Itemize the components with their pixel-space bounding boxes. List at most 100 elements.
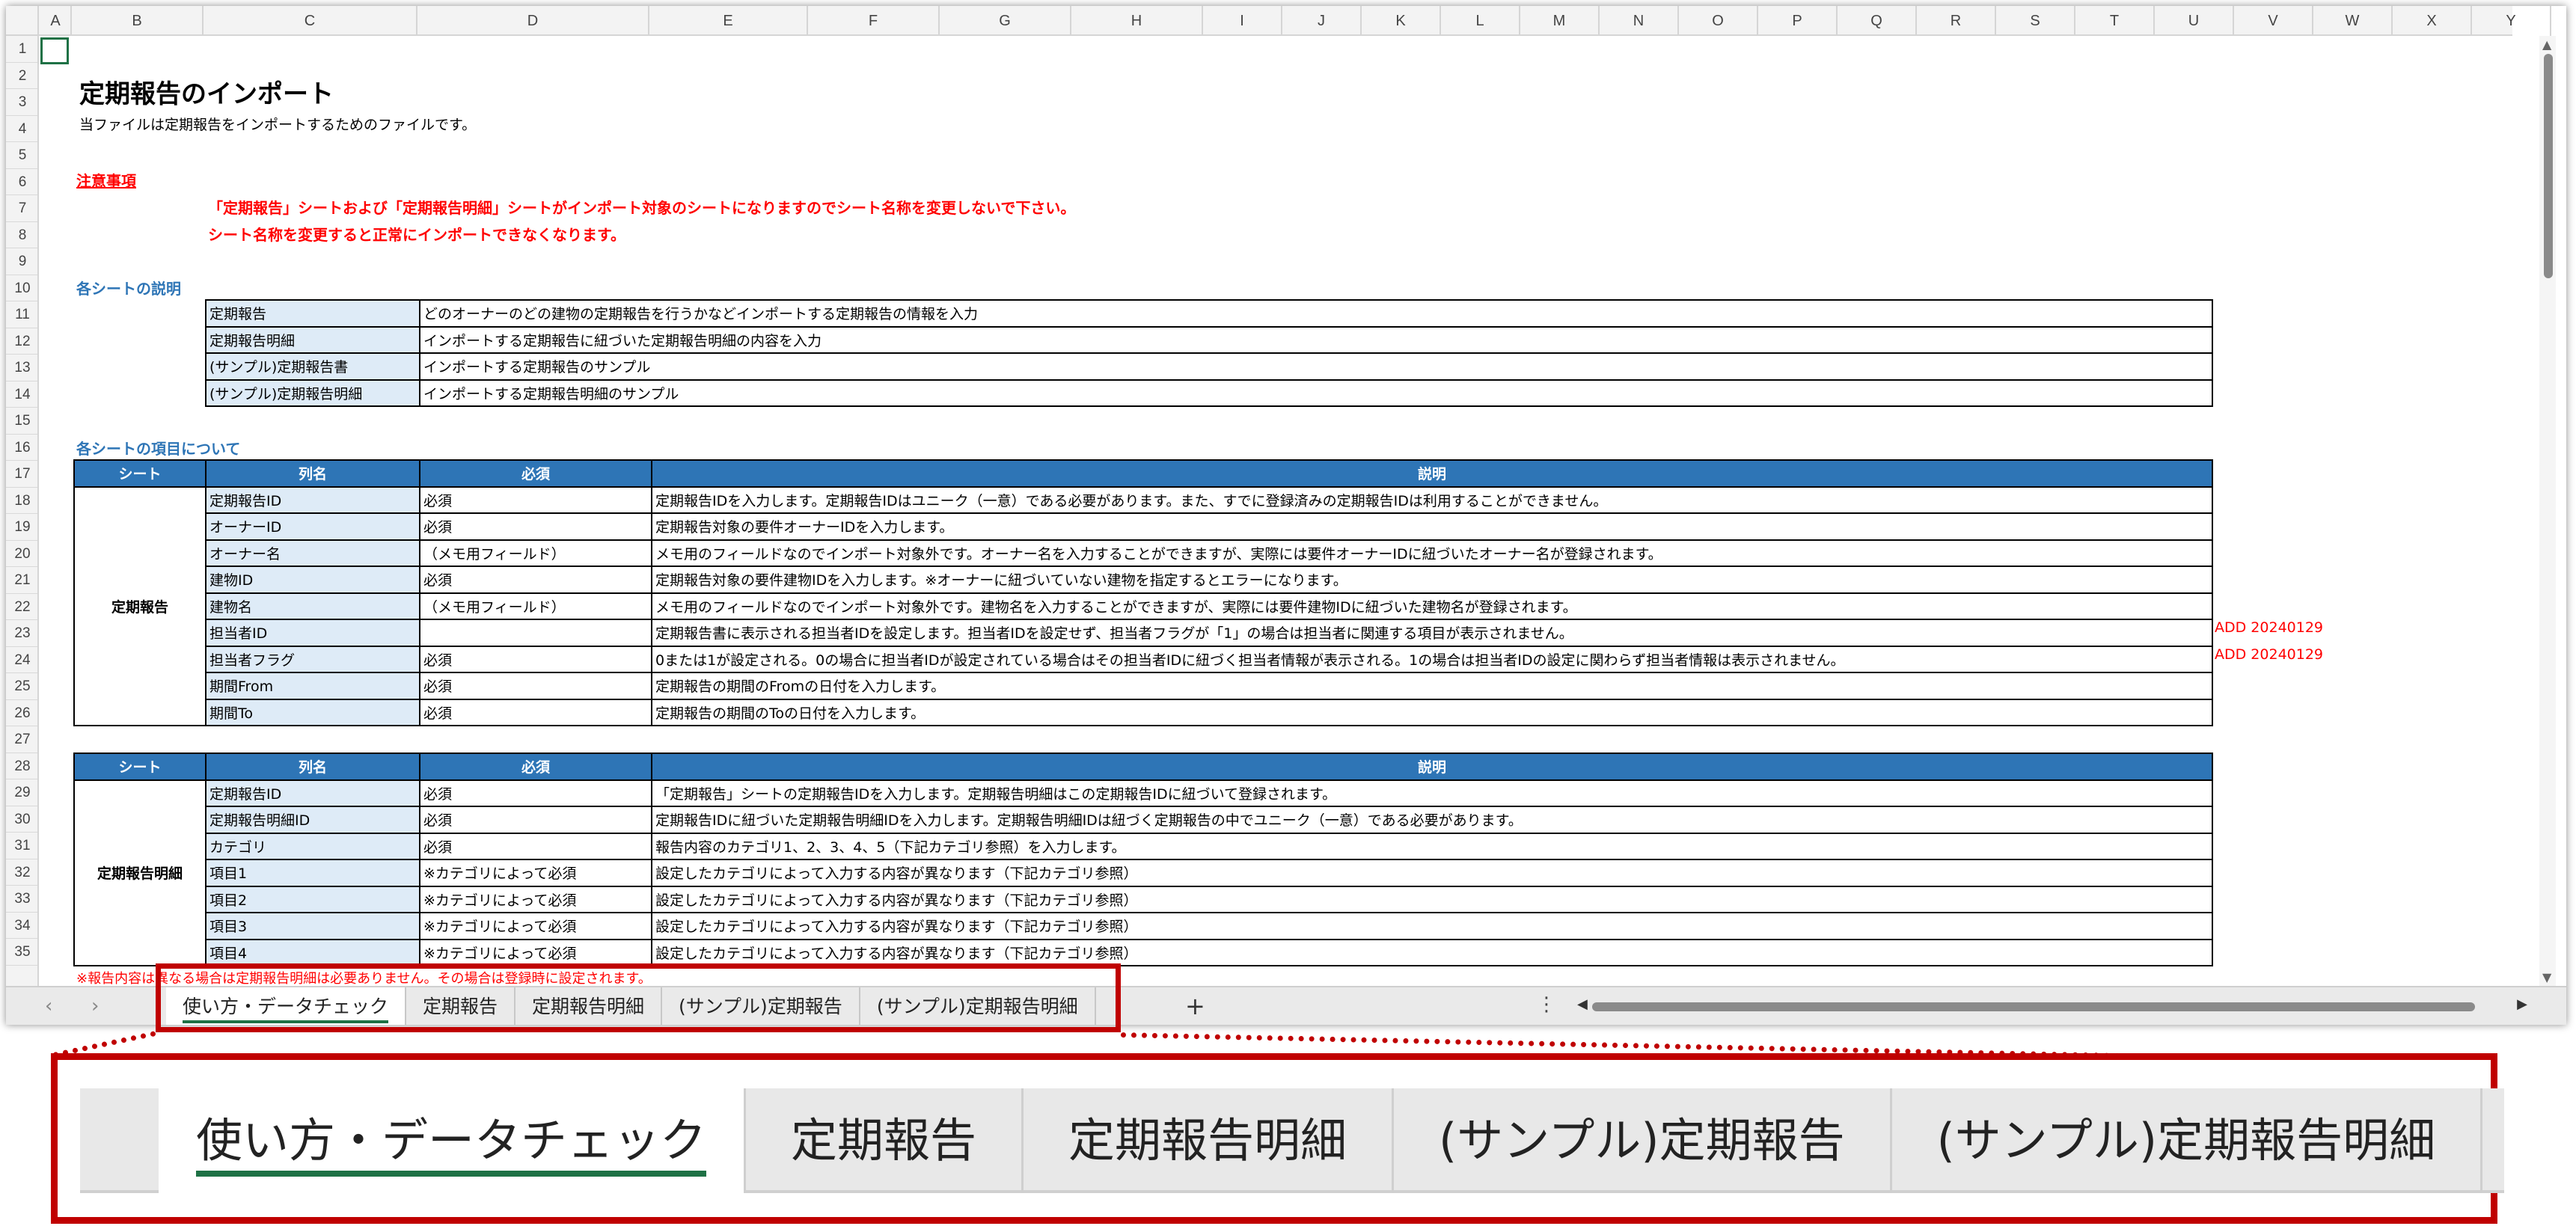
row-header[interactable]: 1 bbox=[6, 36, 37, 63]
required-cell[interactable]: 必須 bbox=[419, 779, 652, 807]
row-header[interactable]: 10 bbox=[6, 275, 37, 301]
sheet-name-cell[interactable]: 定期報告 bbox=[205, 299, 420, 328]
description-cell[interactable]: 設定したカテゴリによって入力する内容が異なります（下記カテゴリ参照） bbox=[651, 912, 2213, 940]
required-cell[interactable]: 必須 bbox=[419, 512, 652, 541]
row-header[interactable]: 35 bbox=[6, 939, 37, 966]
scroll-left-icon[interactable]: ◀ bbox=[1577, 996, 1588, 1012]
select-all-corner[interactable] bbox=[6, 6, 39, 36]
row-header[interactable]: 17 bbox=[6, 461, 37, 488]
row-header[interactable]: 26 bbox=[6, 700, 37, 726]
description-cell[interactable]: 「定期報告」シートの定期報告IDを入力します。定期報告明細はこの定期報告IDに紐… bbox=[651, 779, 2213, 807]
column-header-d[interactable]: D bbox=[417, 6, 649, 36]
column-header-r[interactable]: R bbox=[1917, 6, 1996, 36]
row-header[interactable]: 25 bbox=[6, 673, 37, 700]
column-name-cell[interactable]: 期間From bbox=[205, 672, 420, 700]
row-header[interactable]: 34 bbox=[6, 913, 37, 939]
scroll-up-icon[interactable]: ▲ bbox=[2542, 37, 2551, 52]
horizontal-scroll-thumb[interactable] bbox=[1592, 1002, 2475, 1011]
vertical-scrollbar[interactable]: ▲ ▼ bbox=[2539, 36, 2556, 986]
description-cell[interactable]: 定期報告対象の要件オーナーIDを入力します。 bbox=[651, 512, 2213, 541]
column-header-h[interactable]: H bbox=[1071, 6, 1203, 36]
row-header[interactable]: 9 bbox=[6, 248, 37, 275]
row-header[interactable]: 31 bbox=[6, 833, 37, 859]
column-header-b[interactable]: B bbox=[72, 6, 204, 36]
row-header[interactable]: 21 bbox=[6, 567, 37, 594]
row-header[interactable]: 2 bbox=[6, 63, 37, 89]
scroll-down-icon[interactable]: ▼ bbox=[2542, 970, 2551, 984]
description-cell[interactable]: 定期報告対象の要件建物IDを入力します。※オーナーに紐づいていない建物を指定する… bbox=[651, 566, 2213, 594]
column-name-cell[interactable]: 定期報告明細ID bbox=[205, 806, 420, 834]
required-cell[interactable]: ※カテゴリによって必須 bbox=[419, 885, 652, 913]
description-cell[interactable]: メモ用のフィールドなのでインポート対象外です。オーナー名を入力することができます… bbox=[651, 539, 2213, 567]
required-cell[interactable]: ※カテゴリによって必須 bbox=[419, 938, 652, 966]
sheet-group-cell[interactable]: 定期報告明細 bbox=[73, 779, 206, 966]
description-cell[interactable]: 定期報告IDに紐づいた定期報告明細IDを入力します。定期報告明細IDは紐づく定期… bbox=[651, 806, 2213, 834]
row-header[interactable]: 6 bbox=[6, 169, 37, 195]
sheet-desc-cell[interactable]: インポートする定期報告明細のサンプル bbox=[419, 378, 2213, 407]
column-name-cell[interactable]: 建物ID bbox=[205, 566, 420, 594]
zoomed-sheet-tab-2[interactable]: 定期報告 bbox=[746, 1088, 1024, 1193]
row-header[interactable]: 20 bbox=[6, 541, 37, 567]
sheet-name-cell[interactable]: 定期報告明細 bbox=[205, 325, 420, 354]
column-header-p[interactable]: P bbox=[1758, 6, 1838, 36]
required-cell[interactable] bbox=[419, 619, 652, 647]
vertical-scroll-thumb[interactable] bbox=[2544, 54, 2553, 278]
row-header[interactable]: 32 bbox=[6, 859, 37, 886]
row-header[interactable]: 22 bbox=[6, 594, 37, 620]
description-cell[interactable]: 設定したカテゴリによって入力する内容が異なります（下記カテゴリ参照） bbox=[651, 938, 2213, 966]
zoomed-sheet-tab-3[interactable]: 定期報告明細 bbox=[1024, 1088, 1395, 1193]
description-cell[interactable]: 定期報告書に表示される担当者IDを設定します。担当者IDを設定せず、担当者フラグ… bbox=[651, 619, 2213, 647]
column-header-e[interactable]: E bbox=[649, 6, 808, 36]
column-header-n[interactable]: N bbox=[1600, 6, 1679, 36]
description-cell[interactable]: 定期報告IDを入力します。定期報告IDはユニーク（一意）である必要があります。ま… bbox=[651, 485, 2213, 514]
sheet-desc-cell[interactable]: インポートする定期報告のサンプル bbox=[419, 352, 2213, 381]
column-header-v[interactable]: V bbox=[2234, 6, 2313, 36]
row-header[interactable]: 33 bbox=[6, 886, 37, 913]
description-cell[interactable]: 設定したカテゴリによって入力する内容が異なります（下記カテゴリ参照） bbox=[651, 885, 2213, 913]
zoomed-sheet-tab-4[interactable]: (サンプル)定期報告 bbox=[1394, 1088, 1892, 1193]
sheet-desc-cell[interactable]: どのオーナーのどの建物の定期報告を行うかなどインポートする定期報告の情報を入力 bbox=[419, 299, 2213, 328]
row-header[interactable]: 15 bbox=[6, 408, 37, 435]
sheet-name-cell[interactable]: (サンプル)定期報告明細 bbox=[205, 378, 420, 407]
column-name-cell[interactable]: オーナー名 bbox=[205, 539, 420, 567]
description-cell[interactable]: 定期報告の期間のFromの日付を入力します。 bbox=[651, 672, 2213, 700]
column-header-k[interactable]: K bbox=[1362, 6, 1441, 36]
row-header[interactable]: 14 bbox=[6, 381, 37, 408]
row-header[interactable]: 11 bbox=[6, 301, 37, 328]
row-header[interactable]: 7 bbox=[6, 195, 37, 222]
required-cell[interactable]: 必須 bbox=[419, 832, 652, 860]
sheet-name-cell[interactable]: (サンプル)定期報告書 bbox=[205, 352, 420, 381]
required-cell[interactable]: （メモ用フィールド） bbox=[419, 539, 652, 567]
description-cell[interactable]: メモ用のフィールドなのでインポート対象外です。建物名を入力することができますが、… bbox=[651, 592, 2213, 620]
column-name-cell[interactable]: 定期報告ID bbox=[205, 485, 420, 514]
sheet-desc-cell[interactable]: インポートする定期報告に紐づいた定期報告明細の内容を入力 bbox=[419, 325, 2213, 354]
column-name-cell[interactable]: 定期報告ID bbox=[205, 779, 420, 807]
zoomed-sheet-tab-5[interactable]: (サンプル)定期報告明細 bbox=[1892, 1088, 2483, 1193]
column-name-cell[interactable]: 建物名 bbox=[205, 592, 420, 620]
description-cell[interactable]: 0または1が設定される。0の場合に担当者IDが設定されている場合はその担当者ID… bbox=[651, 645, 2213, 673]
column-name-cell[interactable]: オーナーID bbox=[205, 512, 420, 541]
row-header[interactable]: 12 bbox=[6, 328, 37, 355]
row-header[interactable]: 13 bbox=[6, 355, 37, 381]
plus-icon[interactable]: + bbox=[1185, 992, 1205, 1020]
column-header-g[interactable]: G bbox=[940, 6, 1071, 36]
column-header-m[interactable]: M bbox=[1520, 6, 1600, 36]
zoomed-sheet-tab-1[interactable]: 使い方・データチェック bbox=[159, 1088, 747, 1193]
column-name-cell[interactable]: 期間To bbox=[205, 698, 420, 726]
description-cell[interactable]: 定期報告の期間のToの日付を入力します。 bbox=[651, 698, 2213, 726]
column-header-s[interactable]: S bbox=[1996, 6, 2075, 36]
row-header[interactable]: 29 bbox=[6, 779, 37, 806]
row-header[interactable]: 19 bbox=[6, 514, 37, 541]
required-cell[interactable]: 必須 bbox=[419, 806, 652, 834]
row-header[interactable]: 18 bbox=[6, 488, 37, 514]
column-header-x[interactable]: X bbox=[2393, 6, 2472, 36]
row-header[interactable]: 28 bbox=[6, 753, 37, 779]
scroll-right-icon[interactable]: ▶ bbox=[2517, 996, 2527, 1012]
horizontal-scrollbar[interactable]: ◀ ▶ bbox=[1577, 996, 2527, 1016]
column-header-c[interactable]: C bbox=[204, 6, 417, 36]
required-cell[interactable]: （メモ用フィールド） bbox=[419, 592, 652, 620]
required-cell[interactable]: ※カテゴリによって必須 bbox=[419, 859, 652, 887]
column-header-i[interactable]: I bbox=[1203, 6, 1282, 36]
column-header-t[interactable]: T bbox=[2075, 6, 2155, 36]
required-cell[interactable]: 必須 bbox=[419, 485, 652, 514]
